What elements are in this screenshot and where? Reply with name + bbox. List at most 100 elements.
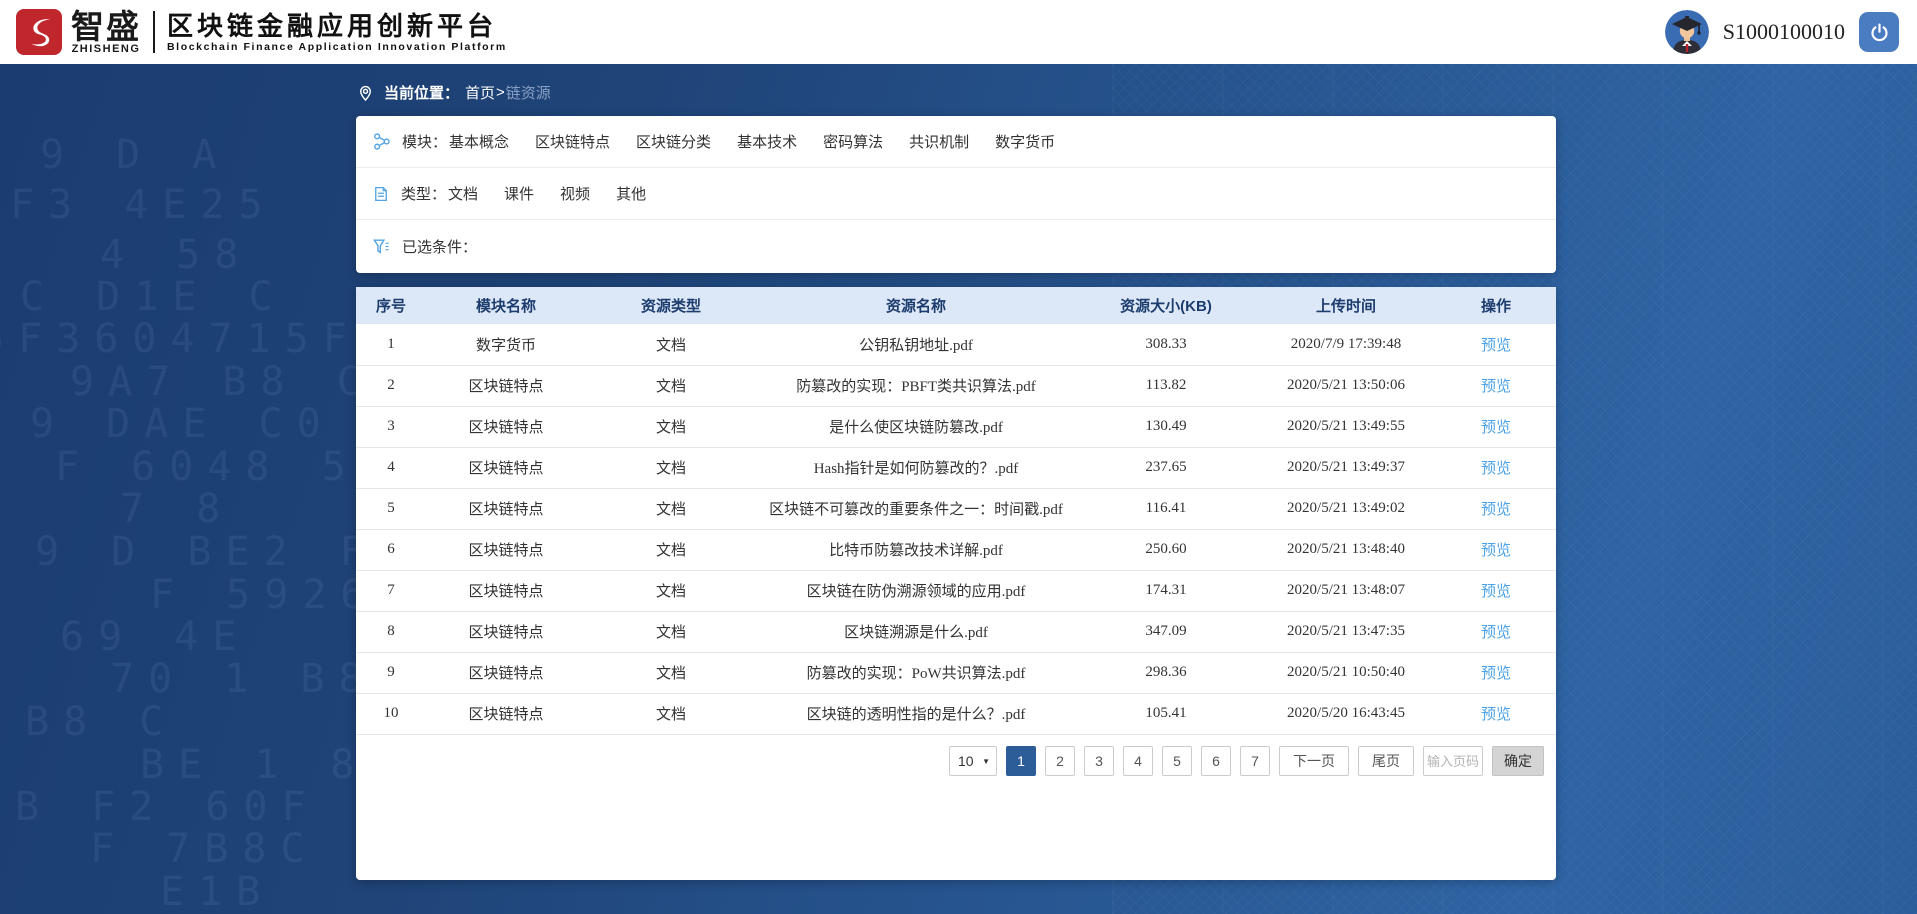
table-row: 5 区块链特点 文档 区块链不可篡改的重要条件之一：时间戳.pdf 116.41… (356, 488, 1556, 529)
cell-type: 文档 (586, 324, 756, 365)
breadcrumb-home-link[interactable]: 首页 (465, 82, 495, 103)
chevron-down-icon: ▼ (982, 757, 990, 766)
filter-option[interactable]: 区块链分类 (636, 131, 711, 152)
page-button-5[interactable]: 5 (1162, 746, 1192, 776)
table-row: 8 区块链特点 文档 区块链溯源是什么.pdf 347.09 2020/5/21… (356, 611, 1556, 652)
cell-name: 比特币防篡改技术详解.pdf (756, 529, 1076, 570)
table-row: 6 区块链特点 文档 比特币防篡改技术详解.pdf 250.60 2020/5/… (356, 529, 1556, 570)
cell-type: 文档 (586, 652, 756, 693)
cell-time: 2020/5/21 13:50:06 (1256, 365, 1436, 406)
cell-time: 2020/5/21 13:48:40 (1256, 529, 1436, 570)
page-button-3[interactable]: 3 (1084, 746, 1114, 776)
page-button-6[interactable]: 6 (1201, 746, 1231, 776)
table-body: 1 数字货币 文档 公钥私钥地址.pdf 308.33 2020/7/9 17:… (356, 324, 1556, 734)
page-button-7[interactable]: 7 (1240, 746, 1270, 776)
cell-type: 文档 (586, 447, 756, 488)
preview-link[interactable]: 预览 (1481, 624, 1511, 641)
filter-row-selected: 已选条件： (356, 220, 1556, 272)
user-area: S1000100010 (1665, 0, 1899, 64)
filter-option[interactable]: 课件 (504, 183, 534, 204)
filter-option[interactable]: 共识机制 (909, 131, 969, 152)
breadcrumb-current: 链资源 (506, 82, 551, 103)
logout-button[interactable] (1859, 12, 1899, 52)
resource-table: 序号 模块名称 资源类型 资源名称 资源大小(KB) 上传时间 操作 1 数字货… (356, 287, 1556, 735)
confirm-page-button[interactable]: 确定 (1492, 746, 1544, 776)
preview-link[interactable]: 预览 (1481, 542, 1511, 559)
cell-action: 预览 (1436, 324, 1556, 365)
user-avatar[interactable] (1665, 10, 1709, 54)
filter-option[interactable]: 其他 (616, 183, 646, 204)
cell-time: 2020/5/20 16:43:45 (1256, 693, 1436, 734)
preview-link[interactable]: 预览 (1481, 706, 1511, 723)
filter-option[interactable]: 区块链特点 (535, 131, 610, 152)
cell-action: 预览 (1436, 447, 1556, 488)
preview-link[interactable]: 预览 (1481, 378, 1511, 395)
table-row: 9 区块链特点 文档 防篡改的实现：PoW共识算法.pdf 298.36 202… (356, 652, 1556, 693)
breadcrumb-label: 当前位置： (384, 82, 459, 103)
cell-size: 347.09 (1076, 611, 1256, 652)
page-size-select[interactable]: 10 ▼ (949, 746, 997, 776)
preview-link[interactable]: 预览 (1481, 501, 1511, 518)
cell-size: 105.41 (1076, 693, 1256, 734)
table-row: 10 区块链特点 文档 区块链的透明性指的是什么？.pdf 105.41 202… (356, 693, 1556, 734)
preview-link[interactable]: 预览 (1481, 419, 1511, 436)
table-row: 2 区块链特点 文档 防篡改的实现：PBFT类共识算法.pdf 113.82 2… (356, 365, 1556, 406)
cell-size: 174.31 (1076, 570, 1256, 611)
cell-size: 308.33 (1076, 324, 1256, 365)
filter-row-module: 模块： 基本概念区块链特点区块链分类基本技术密码算法共识机制数字货币 (356, 116, 1556, 168)
cell-module: 区块链特点 (426, 529, 586, 570)
cell-action: 预览 (1436, 652, 1556, 693)
type-filter-options: 文档 课件 视频 其他 (448, 183, 646, 204)
cell-action: 预览 (1436, 611, 1556, 652)
resource-table-panel: 序号 模块名称 资源类型 资源名称 资源大小(KB) 上传时间 操作 1 数字货… (356, 287, 1556, 880)
page-number-input[interactable] (1423, 746, 1483, 776)
cell-size: 130.49 (1076, 406, 1256, 447)
brand-logo: 智盛 ZHISHENG 区块链金融应用创新平台 Blockchain Finan… (16, 9, 507, 55)
document-icon (372, 185, 390, 203)
logo-mark-icon (16, 9, 62, 55)
cell-time: 2020/7/9 17:39:48 (1256, 324, 1436, 365)
pagination: 10 ▼ 1234567 下一页 尾页 确定 (949, 746, 1544, 776)
page-button-4[interactable]: 4 (1123, 746, 1153, 776)
cell-name: 区块链不可篡改的重要条件之一：时间戳.pdf (756, 488, 1076, 529)
cell-index: 8 (356, 611, 426, 652)
logo-divider (153, 11, 155, 53)
logo-en-text: ZHISHENG (71, 43, 141, 55)
module-icon (372, 132, 391, 151)
platform-title-en: Blockchain Finance Application Innovatio… (167, 41, 507, 54)
cell-time: 2020/5/21 13:47:35 (1256, 611, 1436, 652)
cell-type: 文档 (586, 693, 756, 734)
col-type: 资源类型 (586, 287, 756, 324)
cell-size: 298.36 (1076, 652, 1256, 693)
cell-size: 113.82 (1076, 365, 1256, 406)
cell-module: 区块链特点 (426, 652, 586, 693)
cell-type: 文档 (586, 406, 756, 447)
main-background: 9 D AF3 4E254 58C D1E C5F3604715F9A7 B8 … (0, 64, 1917, 914)
last-page-button[interactable]: 尾页 (1358, 746, 1414, 776)
cell-index: 10 (356, 693, 426, 734)
preview-link[interactable]: 预览 (1481, 665, 1511, 682)
logo-cn-text: 智盛 (71, 10, 141, 43)
filter-option[interactable]: 密码算法 (823, 131, 883, 152)
page-size-value: 10 (958, 753, 974, 769)
page-button-2[interactable]: 2 (1045, 746, 1075, 776)
logo-text-block: 智盛 ZHISHENG (71, 10, 141, 55)
preview-link[interactable]: 预览 (1481, 583, 1511, 600)
cell-name: 区块链的透明性指的是什么？.pdf (756, 693, 1076, 734)
cell-index: 4 (356, 447, 426, 488)
preview-link[interactable]: 预览 (1481, 460, 1511, 477)
filter-option[interactable]: 视频 (560, 183, 590, 204)
filter-option[interactable]: 基本概念 (449, 131, 509, 152)
filter-option[interactable]: 文档 (448, 183, 478, 204)
page-number-buttons: 1234567 (1006, 746, 1270, 776)
cell-name: 公钥私钥地址.pdf (756, 324, 1076, 365)
page-button-1[interactable]: 1 (1006, 746, 1036, 776)
filter-option[interactable]: 数字货币 (995, 131, 1055, 152)
preview-link[interactable]: 预览 (1481, 337, 1511, 354)
cell-module: 区块链特点 (426, 365, 586, 406)
next-page-button[interactable]: 下一页 (1279, 746, 1349, 776)
cell-time: 2020/5/21 13:49:02 (1256, 488, 1436, 529)
cell-action: 预览 (1436, 406, 1556, 447)
filter-option[interactable]: 基本技术 (737, 131, 797, 152)
user-id-text: S1000100010 (1723, 19, 1845, 45)
